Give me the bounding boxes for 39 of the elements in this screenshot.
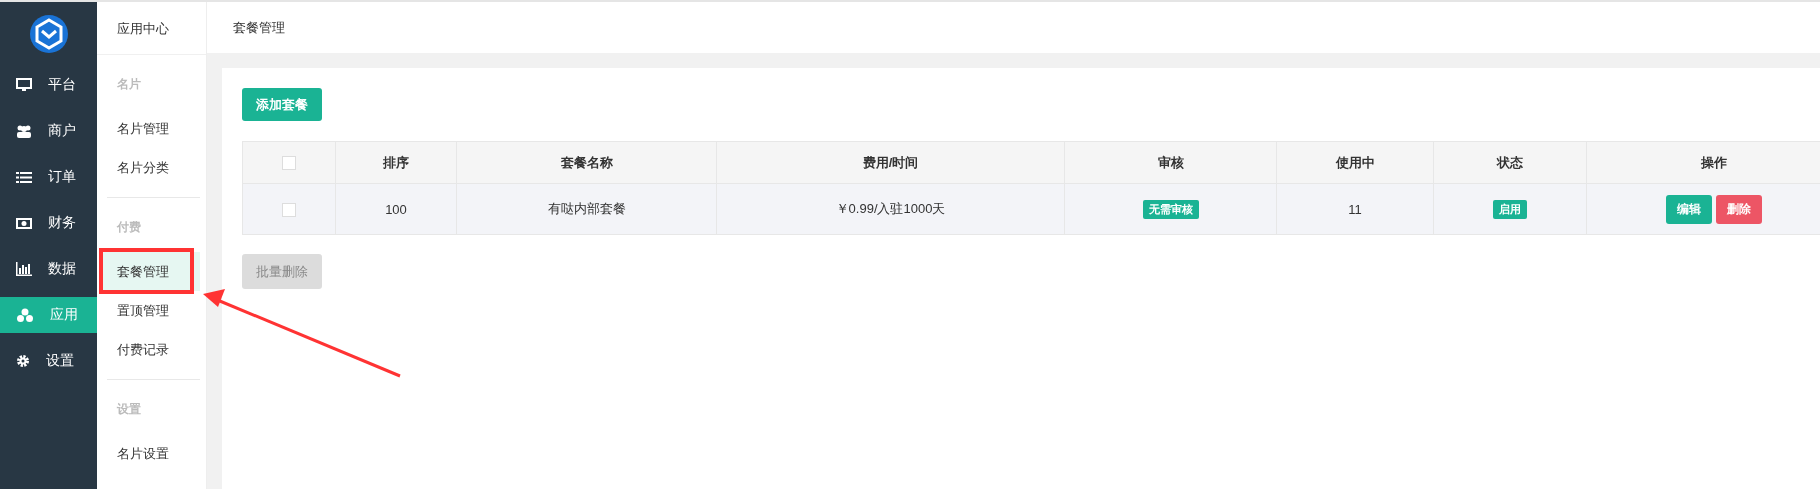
table-cell: 11 [1276, 183, 1434, 235]
column-header: 套餐名称 [456, 141, 717, 184]
nav-item[interactable]: 平台 [0, 67, 97, 103]
column-header: 费用/时间 [716, 141, 1065, 184]
monitor-icon [16, 78, 32, 92]
submenu-item[interactable]: 名片分类 [99, 148, 200, 187]
menu-group-heading: 名片 [116, 76, 142, 93]
nav-item[interactable]: 商户 [0, 113, 97, 149]
nav-item[interactable]: 订单 [0, 159, 97, 195]
users-icon [16, 124, 32, 138]
breadcrumb: 套餐管理 [233, 18, 285, 37]
checkbox[interactable] [282, 202, 296, 217]
bar-chart-icon [16, 262, 32, 276]
status-badge: 无需审核 [1142, 199, 1199, 219]
submenu-item[interactable]: 置顶管理 [99, 291, 200, 330]
column-header: 使用中 [1276, 141, 1434, 184]
table-cell: ￥0.99/入驻1000天 [716, 183, 1065, 235]
settings-icon [16, 354, 30, 368]
column-header: 状态 [1433, 141, 1587, 184]
column-header: 审核 [1064, 141, 1277, 184]
nav-item[interactable]: 财务 [0, 205, 97, 241]
nav-item[interactable]: 设置 [0, 343, 97, 379]
submenu-item[interactable]: 名片设置 [99, 434, 200, 473]
submenu-item[interactable]: 名片管理 [99, 109, 200, 148]
menu-group-heading: 设置 [115, 401, 142, 418]
checkbox[interactable] [282, 156, 296, 171]
column-header: 排序 [335, 141, 457, 184]
logo-icon [28, 14, 69, 54]
submenu-title: 应用中心 [97, 2, 206, 55]
menu-group-heading: 付费 [115, 219, 142, 236]
status-badge: 启用 [1493, 199, 1527, 219]
column-header: 操作 [1586, 141, 1820, 184]
nav-item[interactable]: 数据 [0, 251, 97, 287]
submenu-item[interactable]: 付费记录 [99, 330, 200, 369]
table-cell: 有哒内部套餐 [456, 183, 717, 235]
list-icon [16, 170, 32, 184]
table-cell: 100 [335, 183, 457, 235]
cubes-icon [16, 307, 34, 323]
banknote-icon [16, 217, 32, 229]
